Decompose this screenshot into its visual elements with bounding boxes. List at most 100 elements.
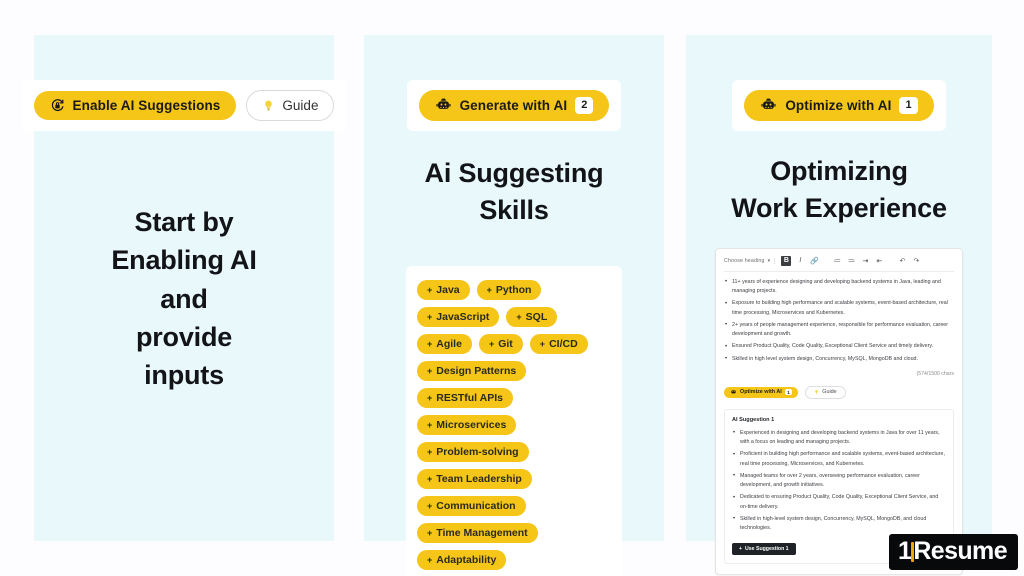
- chevron-down-icon: ▾: [767, 257, 771, 264]
- use-suggestion-button[interactable]: + Use Suggestion 1: [732, 542, 796, 555]
- editor-optimize-badge: 1: [784, 389, 793, 396]
- skill-chip[interactable]: + Microservices: [417, 414, 517, 435]
- undo-icon[interactable]: ↶: [897, 256, 907, 266]
- plus-icon: +: [739, 545, 743, 552]
- skill-label: Design Patterns: [436, 364, 517, 377]
- skill-label: Time Management: [436, 526, 528, 539]
- lock-refresh-icon: [50, 98, 65, 113]
- plus-icon: +: [427, 500, 433, 511]
- link-icon[interactable]: 🔗: [809, 256, 819, 266]
- logo-digit: 1: [898, 537, 915, 565]
- optimize-with-ai-label: Optimize with AI: [785, 98, 892, 114]
- skill-chip[interactable]: + SQL: [506, 306, 558, 327]
- editor-optimize-button[interactable]: Optimize with AI 1: [724, 386, 799, 398]
- skill-label: Git: [498, 337, 513, 350]
- optimize-with-ai-button[interactable]: Optimize with AI 1: [744, 90, 934, 122]
- plus-icon: +: [427, 311, 433, 322]
- skill-chip[interactable]: + Adaptability: [417, 549, 507, 570]
- skill-chip[interactable]: + Communication: [417, 495, 526, 516]
- generate-ai-button-bar: Generate with AI 2: [406, 80, 622, 132]
- skill-label: Microservices: [436, 418, 507, 431]
- ai-suggestion-bullet-list: Experienced in designing and developing …: [732, 428, 946, 534]
- skill-chip[interactable]: + Team Leadership: [417, 468, 532, 489]
- panel-enable-ai: Enable AI Suggestions Guide Start by Enab…: [21, 35, 347, 541]
- heading-select[interactable]: Choose heading ▾: [724, 257, 776, 264]
- skill-chip[interactable]: + RESTful APIs: [417, 387, 513, 408]
- lightbulb-icon: [814, 389, 819, 395]
- suggestion-bullet: Experienced in designing and developing …: [732, 428, 946, 448]
- editor-optimize-label: Optimize with AI: [740, 389, 782, 396]
- plus-icon: +: [427, 392, 433, 403]
- suggestion-bullet: Proficient in building high performance …: [732, 450, 946, 469]
- skill-label: SQL: [525, 310, 548, 323]
- editor-guide-label: Guide: [822, 389, 837, 396]
- generate-count-badge: 2: [575, 97, 594, 115]
- experience-bullet: 11+ years of experience designing and de…: [724, 277, 954, 297]
- panel-2-headline: Ai Suggesting Skills: [424, 158, 604, 225]
- bullet-list-icon[interactable]: ≔: [832, 256, 842, 266]
- use-suggestion-label: Use Suggestion 1: [745, 545, 789, 552]
- ai-suggestion-title: AI Suggestion 1: [732, 416, 775, 423]
- skill-label: Python: [495, 283, 532, 296]
- suggestion-bullet: Skilled in high-level system design, Con…: [732, 514, 946, 534]
- skill-label: Problem-solving: [436, 445, 519, 458]
- skill-label: Java: [436, 283, 460, 296]
- suggestion-bullet: Managed teams for over 2 years, overseei…: [732, 471, 946, 491]
- panel-3-headline: Optimizing Work Experience: [731, 156, 947, 223]
- outdent-icon[interactable]: ⇤: [874, 256, 884, 266]
- skill-chip[interactable]: + Problem-solving: [417, 441, 529, 462]
- skill-label: RESTful APIs: [436, 391, 503, 404]
- skill-label: Adaptability: [436, 553, 497, 566]
- plus-icon: +: [427, 473, 433, 484]
- plus-icon: +: [427, 419, 433, 430]
- italic-icon[interactable]: I: [795, 256, 805, 266]
- guide-button[interactable]: Guide: [246, 90, 335, 121]
- robot-icon: [730, 389, 737, 395]
- skill-label: Agile: [436, 337, 462, 350]
- plus-icon: +: [427, 284, 433, 295]
- character-count: (574/1500 chars: [916, 370, 955, 377]
- numbered-list-icon[interactable]: ≕: [846, 256, 856, 266]
- skill-label: CI/CD: [549, 337, 578, 350]
- panel-optimize-experience: Optimize with AI 1 Optimizing Work Experi…: [686, 35, 992, 575]
- plus-icon: +: [427, 365, 433, 376]
- enable-ai-suggestions-label: Enable AI Suggestions: [72, 98, 221, 113]
- heading-select-label: Choose heading: [724, 257, 765, 264]
- plus-icon: +: [539, 338, 546, 349]
- plus-icon: +: [427, 527, 433, 538]
- experience-bullet: 2+ years of people management experience…: [724, 320, 954, 340]
- slide-canvas: Enable AI Suggestions Guide Start by Enab…: [0, 0, 1024, 576]
- indent-icon[interactable]: ⇥: [860, 256, 870, 266]
- editor-guide-button[interactable]: Guide: [805, 385, 846, 399]
- experience-bullet-list[interactable]: 11+ years of experience designing and de…: [724, 277, 954, 365]
- skill-chip[interactable]: + Java: [417, 279, 470, 300]
- panel-1-headline: Start by Enabling AI and provide inputs: [111, 207, 257, 391]
- panel-suggest-skills: Generate with AI 2 Ai Suggesting Skills +…: [364, 35, 664, 576]
- redo-icon[interactable]: ↷: [911, 256, 921, 266]
- optimize-ai-button-bar: Optimize with AI 1: [732, 80, 946, 132]
- generate-with-ai-label: Generate with AI: [459, 98, 568, 114]
- skill-chip[interactable]: + Agile: [417, 333, 472, 354]
- brand-logo: 1 Resume: [889, 534, 1018, 570]
- skill-chip[interactable]: + CI/CD: [529, 333, 588, 354]
- enable-ai-button-bar: Enable AI Suggestions Guide: [21, 80, 347, 131]
- skill-chip[interactable]: + JavaScript: [417, 306, 500, 327]
- enable-ai-suggestions-button[interactable]: Enable AI Suggestions: [33, 91, 237, 120]
- skill-chip[interactable]: + Time Management: [417, 522, 538, 543]
- skill-chip[interactable]: + Python: [476, 279, 542, 300]
- plus-icon: +: [427, 338, 433, 349]
- work-experience-editor-card: Choose heading ▾ B I 🔗 ≔ ≕ ⇥ ⇤ ↶ ↷ 11+ y…: [715, 247, 963, 575]
- skill-chip[interactable]: + Git: [478, 333, 523, 354]
- robot-icon: [435, 98, 452, 113]
- plus-icon: +: [427, 446, 433, 457]
- skill-label: Team Leadership: [436, 472, 522, 485]
- optimize-count-badge: 1: [899, 97, 918, 115]
- experience-bullet: Skilled in high level system design, Con…: [724, 354, 954, 365]
- skill-chip[interactable]: + Design Patterns: [417, 360, 527, 381]
- experience-bullet: Ensured Product Quality, Code Quality, E…: [724, 342, 954, 353]
- editor-action-row: Optimize with AI 1 Guide: [724, 385, 954, 399]
- bold-icon[interactable]: B: [781, 255, 792, 266]
- guide-label: Guide: [282, 98, 319, 113]
- generate-with-ai-button[interactable]: Generate with AI 2: [418, 90, 610, 122]
- robot-icon: [760, 98, 777, 113]
